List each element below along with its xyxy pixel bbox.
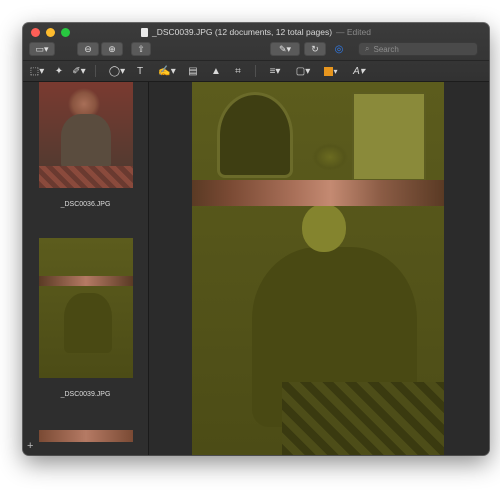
adjust-color-icon: ▲	[211, 65, 221, 77]
sign-tool[interactable]: ✍▾	[155, 64, 179, 78]
crop-tool[interactable]: ⌗	[231, 64, 245, 78]
main-toolbar: ▭▾ ⊖ ⊕ ⇧ ✎▾ ↻ ◎ ⌕ Search	[23, 39, 489, 59]
select-icon: ⬚▾	[29, 65, 45, 77]
divider	[255, 65, 256, 77]
thumbnail-sidebar: _DSC0036.JPG _DSC0039.JPG +	[23, 82, 149, 455]
divider	[95, 65, 96, 77]
zoom-in-icon: ⊕	[108, 43, 116, 54]
photo-image	[192, 82, 444, 455]
titlebar: _DSC0039.JPG (12 documents, 12 total pag…	[23, 23, 489, 82]
text-icon: T	[136, 65, 144, 77]
search-placeholder: Search	[373, 44, 399, 54]
thumbnail-dsc0039[interactable]	[39, 238, 133, 378]
window-title-bar: _DSC0039.JPG (12 documents, 12 total pag…	[23, 25, 489, 39]
markup-toolbar: ⬚▾ ✦ ✐▾ ◯▾ T ✍▾ ▤ ▲ ⌗ ≡▾ ▢▾ ▾ A▾	[23, 60, 489, 81]
thumbnail-label: _DSC0039.JPG	[60, 391, 111, 398]
crop-icon: ⌗	[235, 65, 241, 77]
sketch-icon: ✐▾	[72, 65, 86, 77]
magic-wand-icon: ✦	[54, 65, 64, 77]
sidebar-icon: ▭▾	[35, 43, 49, 54]
markup-button[interactable]: ✎▾	[270, 42, 300, 56]
font-icon: A▾	[353, 65, 365, 77]
thumbnail-next[interactable]	[39, 430, 133, 442]
font-tool[interactable]: A▾	[349, 64, 369, 78]
zoom-out-button[interactable]: ⊖	[77, 42, 99, 56]
window-title: _DSC0039.JPG (12 documents, 12 total pag…	[152, 27, 333, 37]
zoom-out-icon: ⊖	[84, 43, 92, 54]
sidebar-toggle-button[interactable]: ▭▾	[29, 42, 55, 56]
notes-icon: ▤	[188, 65, 198, 77]
border-color-tool[interactable]: ▢▾	[293, 64, 313, 78]
line-style-icon: ≡▾	[269, 65, 281, 77]
sketch-tool[interactable]: ✐▾	[71, 64, 87, 78]
notes-tool[interactable]: ▤	[187, 64, 199, 78]
instant-alpha-tool[interactable]: ✦	[53, 64, 65, 78]
search-field[interactable]: ⌕ Search	[358, 42, 478, 56]
share-button[interactable]: ⇧	[131, 42, 151, 56]
photo-thumbnail	[39, 430, 133, 442]
select-tool[interactable]: ⬚▾	[29, 64, 45, 78]
document-view	[149, 82, 489, 455]
edited-status[interactable]: — Edited	[336, 27, 371, 37]
rotate-icon: ↻	[311, 43, 319, 54]
fill-color-icon	[324, 66, 334, 76]
shapes-icon: ◯▾	[108, 65, 126, 77]
rotate-button[interactable]: ↻	[304, 42, 326, 56]
search-icon: ⌕	[365, 44, 370, 53]
shapes-tool[interactable]: ◯▾	[107, 64, 127, 78]
zoom-in-button[interactable]: ⊕	[101, 42, 123, 56]
text-tool[interactable]: T	[133, 64, 147, 78]
photo-thumbnail	[39, 238, 133, 378]
annotate-button[interactable]: ◎	[332, 42, 346, 56]
share-icon: ⇧	[137, 43, 145, 54]
preview-window: _DSC0039.JPG (12 documents, 12 total pag…	[23, 23, 489, 455]
adjust-color-tool[interactable]: ▲	[209, 64, 223, 78]
thumbnail-dsc0036[interactable]	[39, 82, 133, 188]
thumbnail-label: _DSC0036.JPG	[60, 201, 111, 208]
line-style-tool[interactable]: ≡▾	[265, 64, 285, 78]
fill-color-tool[interactable]: ▾	[321, 64, 341, 78]
add-page-button[interactable]: +	[27, 440, 33, 452]
main-photo[interactable]	[192, 82, 444, 455]
annotate-icon: ◎	[334, 43, 344, 55]
photo-thumbnail	[39, 82, 133, 188]
border-color-icon: ▢▾	[295, 65, 311, 77]
sign-icon: ✍▾	[158, 65, 176, 77]
markup-pen-icon: ✎▾	[278, 43, 292, 54]
document-icon	[141, 27, 148, 37]
